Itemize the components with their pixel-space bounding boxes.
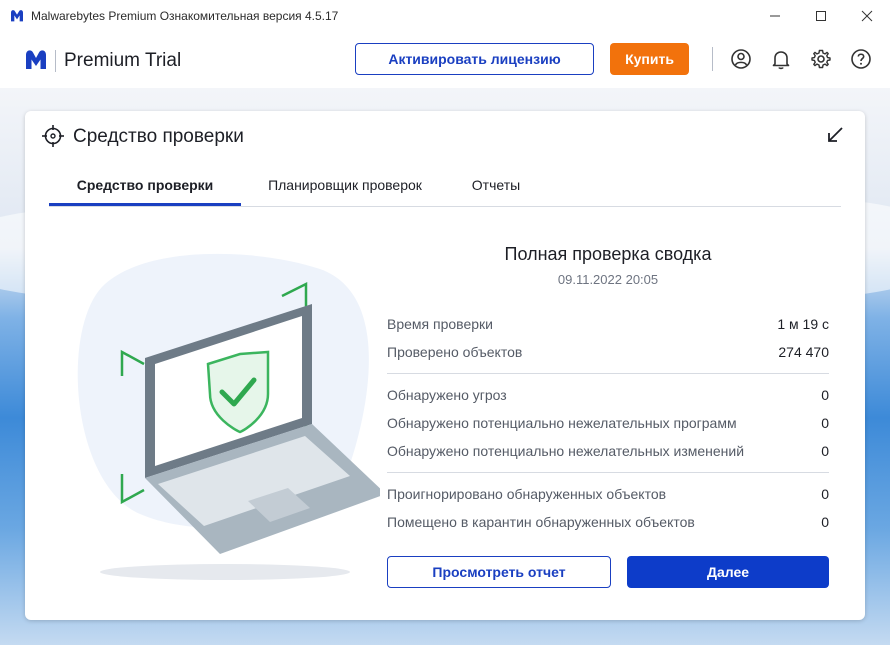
stat-label: Обнаружено потенциально нежелательных пр… (387, 415, 737, 431)
stat-value: 1 м 19 с (777, 316, 829, 332)
stat-label: Проверено объектов (387, 344, 523, 360)
stat-row-pums: Обнаружено потенциально нежелательных из… (387, 443, 829, 463)
collapse-arrow-icon[interactable] (825, 125, 845, 145)
malwarebytes-logo-icon (11, 10, 23, 22)
tab-label: Средство проверки (76, 177, 214, 193)
app-header: Premium Trial Активировать лицензию Купи… (0, 32, 890, 88)
stat-label: Помещено в карантин обнаруженных объекто… (387, 514, 695, 530)
tab-scanner[interactable]: Средство проверки (49, 171, 241, 206)
stat-value: 274 470 (778, 344, 829, 360)
stats-divider (387, 472, 829, 473)
tab-reports[interactable]: Отчеты (463, 171, 529, 206)
stat-row-pups: Обнаружено потенциально нежелательных пр… (387, 415, 829, 435)
stat-row-quarantined: Помещено в карантин обнаруженных объекто… (387, 514, 829, 534)
summary-date: 09.11.2022 20:05 (557, 272, 659, 287)
stat-label: Обнаружено угроз (387, 387, 507, 403)
next-button[interactable]: Далее (627, 556, 829, 588)
minimize-icon (770, 15, 780, 17)
stats-divider (387, 373, 829, 374)
laptop-shield-illustration (77, 253, 380, 580)
close-icon (861, 10, 873, 22)
summary-title: Полная проверка сводка (504, 244, 712, 264)
stat-value: 0 (821, 514, 829, 530)
title-bar: Malwarebytes Premium Ознакомительная вер… (0, 0, 890, 32)
account-icon[interactable] (730, 48, 752, 70)
window-controls (752, 0, 890, 32)
tab-label: Планировщик проверок (268, 177, 422, 193)
activate-license-button[interactable]: Активировать лицензию (355, 43, 594, 75)
view-report-button[interactable]: Просмотреть отчет (387, 556, 611, 588)
stat-value: 0 (821, 415, 829, 431)
notifications-bell-icon[interactable] (770, 48, 792, 70)
malwarebytes-brand-icon (26, 50, 46, 69)
product-name: Premium Trial (64, 50, 182, 71)
header-separator (712, 47, 713, 71)
stat-label: Проигнорировано обнаруженных объектов (387, 486, 667, 502)
stat-row-objects-scanned: Проверено объектов 274 470 (387, 344, 829, 364)
tab-label: Отчеты (471, 177, 521, 193)
close-button[interactable] (844, 0, 890, 32)
stat-value: 0 (821, 486, 829, 502)
brand-separator (55, 50, 56, 72)
maximize-icon (816, 11, 826, 21)
stat-value: 0 (821, 387, 829, 403)
stat-label: Обнаружено потенциально нежелательных из… (387, 443, 745, 459)
stat-label: Время проверки (387, 316, 493, 332)
scanner-tabs: Средство проверки Планировщик проверок О… (49, 171, 841, 207)
maximize-button[interactable] (798, 0, 844, 32)
card-title: Средство проверки (73, 126, 244, 147)
crosshair-icon (42, 125, 64, 147)
buy-button[interactable]: Купить (610, 43, 689, 75)
window-title: Malwarebytes Premium Ознакомительная вер… (31, 9, 339, 23)
stat-row-scan-time: Время проверки 1 м 19 с (387, 316, 829, 336)
help-icon[interactable] (850, 48, 872, 70)
minimize-button[interactable] (752, 0, 798, 32)
stat-value: 0 (821, 443, 829, 459)
stat-row-ignored: Проигнорировано обнаруженных объектов 0 (387, 486, 829, 506)
settings-gear-icon[interactable] (810, 48, 832, 70)
tab-scan-scheduler[interactable]: Планировщик проверок (257, 171, 433, 206)
scanner-card: Средство проверки Средство проверки План… (25, 111, 865, 620)
stat-row-threats: Обнаружено угроз 0 (387, 387, 829, 407)
